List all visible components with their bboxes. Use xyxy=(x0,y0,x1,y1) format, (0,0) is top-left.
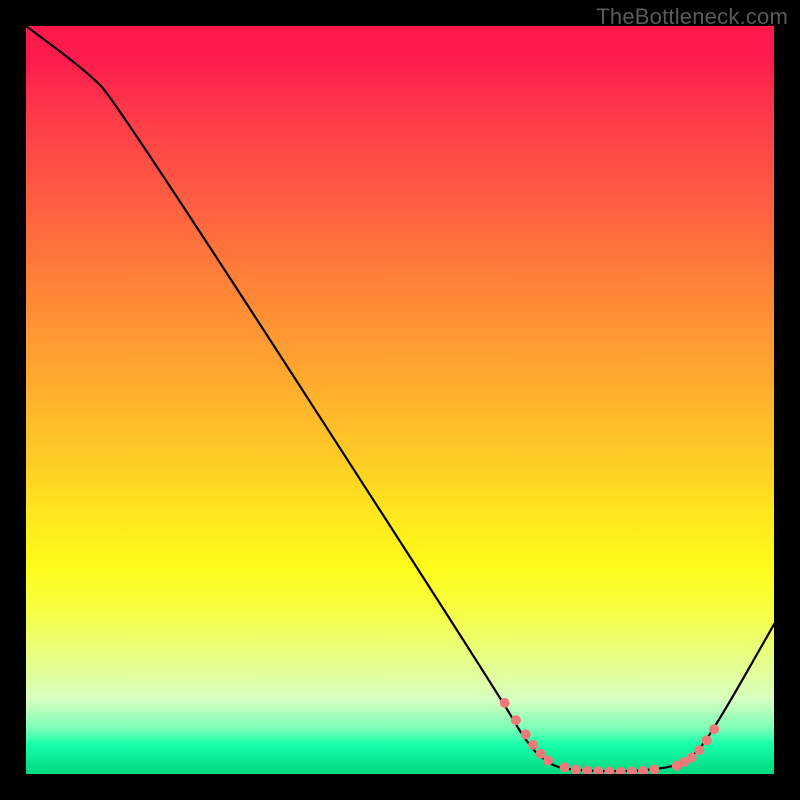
curve-marker xyxy=(521,729,531,739)
curve-marker xyxy=(604,767,614,775)
curve-marker xyxy=(536,749,546,759)
curve-marker xyxy=(511,715,521,725)
curve-marker xyxy=(616,767,626,774)
curve-marker xyxy=(694,745,704,755)
chart-svg xyxy=(26,26,774,774)
curve-marker xyxy=(500,698,510,708)
curve-marker xyxy=(649,765,659,775)
curve-marker xyxy=(571,765,581,775)
curve-marker xyxy=(687,753,697,763)
curve-marker xyxy=(560,762,570,772)
curve-marker xyxy=(543,756,553,766)
watermark-label: TheBottleneck.com xyxy=(596,4,788,30)
curve-marker xyxy=(593,766,603,774)
curve-marker xyxy=(638,766,648,774)
curve-marker-group xyxy=(500,698,720,774)
curve-marker xyxy=(528,740,538,750)
bottleneck-curve xyxy=(26,26,774,771)
chart-frame: TheBottleneck.com xyxy=(0,0,800,800)
curve-marker xyxy=(582,766,592,774)
curve-marker xyxy=(627,767,637,775)
plot-area xyxy=(26,26,774,774)
curve-marker xyxy=(709,724,719,734)
curve-marker xyxy=(702,735,712,745)
